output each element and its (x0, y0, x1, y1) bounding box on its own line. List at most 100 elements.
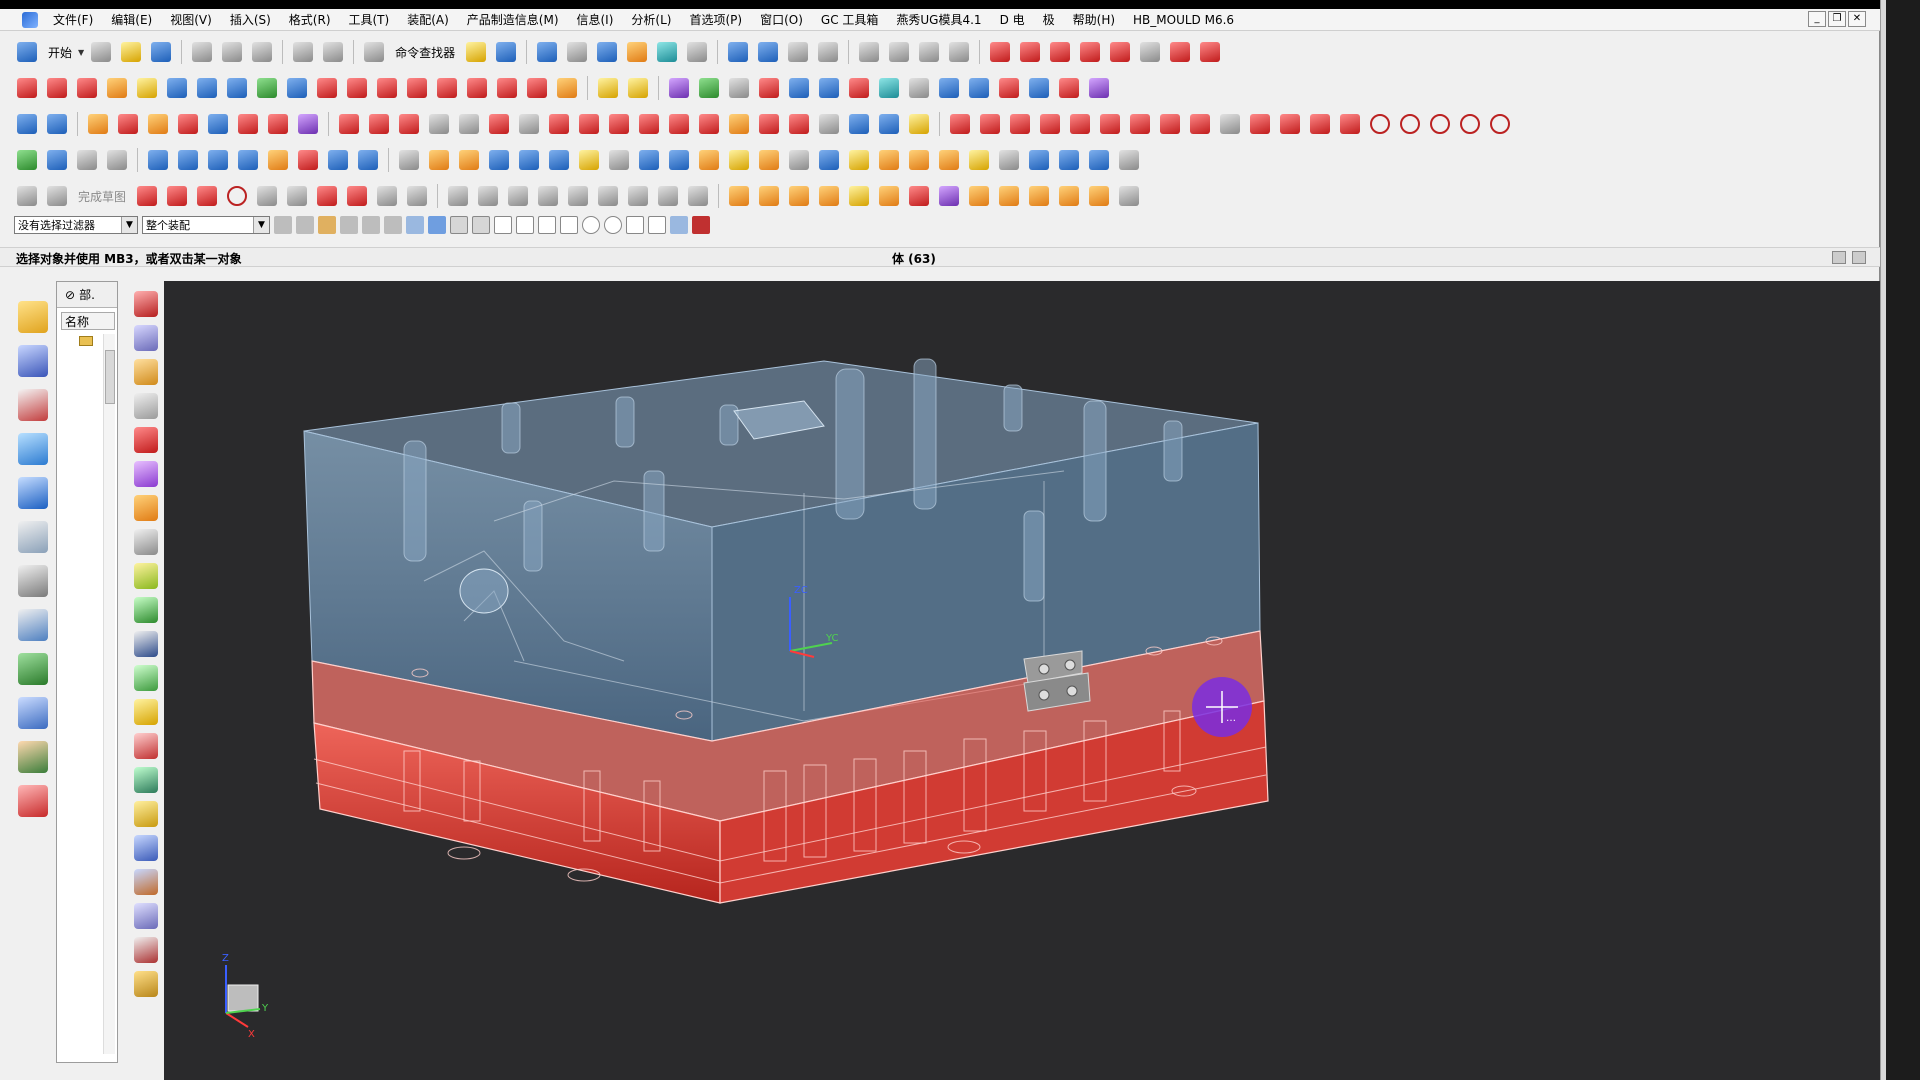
sketch-tool-1[interactable] (14, 111, 40, 137)
material-button[interactable] (624, 39, 650, 65)
surface-tool-13[interactable] (374, 75, 400, 101)
menu-gc-toolkit[interactable]: GC 工具箱 (812, 11, 888, 28)
layer-button[interactable] (785, 39, 811, 65)
mold-tool-v14-icon[interactable] (134, 733, 158, 759)
close-button[interactable]: ✕ (1848, 11, 1866, 27)
constraint-15[interactable] (1367, 111, 1393, 137)
line-button[interactable] (336, 111, 362, 137)
orient-view-button[interactable] (654, 39, 680, 65)
mold-tool-3[interactable] (666, 75, 692, 101)
sk-arc-button[interactable] (194, 183, 220, 209)
surface-tool-2[interactable] (44, 75, 70, 101)
sketch-tool-7[interactable] (205, 111, 231, 137)
mold-view-10[interactable] (996, 183, 1022, 209)
constraint-14[interactable] (1337, 111, 1363, 137)
finish-sketch-label[interactable]: 完成草图 (74, 188, 130, 205)
menu-help[interactable]: 帮助(H) (1064, 11, 1124, 28)
hole-button[interactable] (265, 147, 291, 173)
snap-bounded-icon[interactable] (670, 216, 688, 234)
surface-tool-17[interactable] (494, 75, 520, 101)
mold-view-2[interactable] (756, 183, 782, 209)
cyl-button[interactable] (1056, 147, 1082, 173)
constraint-11[interactable] (1247, 111, 1273, 137)
mold-tool-4[interactable] (696, 75, 722, 101)
menu-file[interactable]: 文件(F) (44, 11, 102, 28)
chamfer-button[interactable] (516, 147, 542, 173)
surface-tool-5[interactable] (134, 75, 160, 101)
mold-view-12[interactable] (1056, 183, 1082, 209)
menu-tools[interactable]: 工具(T) (340, 11, 399, 28)
sew-button[interactable] (906, 147, 932, 173)
selection-scope-dropdown[interactable]: 整个装配 ▼ (142, 216, 270, 234)
web-browser-icon[interactable] (18, 521, 48, 553)
menu-analysis[interactable]: 分析(L) (622, 11, 680, 28)
curve-tool-6[interactable] (1137, 39, 1163, 65)
mold-tool-v20-icon[interactable] (134, 937, 158, 963)
constraint-3[interactable] (1007, 111, 1033, 137)
revolve-button[interactable] (205, 147, 231, 173)
measure-angle-button[interactable] (886, 39, 912, 65)
mold-tool-v16-icon[interactable] (134, 801, 158, 827)
mold-tool-v6-icon[interactable] (134, 461, 158, 487)
feature-tool-3[interactable] (74, 147, 100, 173)
navigator-tab-label[interactable]: 部. (79, 286, 95, 303)
status-expand-icon[interactable] (1852, 251, 1866, 264)
make-corner-button[interactable] (726, 111, 752, 137)
pin-icon[interactable]: ⊘ (65, 288, 75, 302)
mold-view-5[interactable] (846, 183, 872, 209)
subtract-button[interactable] (426, 147, 452, 173)
menu-edit[interactable]: 编辑(E) (102, 11, 161, 28)
mold-view-3[interactable] (786, 183, 812, 209)
cut-button[interactable] (189, 39, 215, 65)
box-button[interactable] (1026, 147, 1052, 173)
reuse-library-icon[interactable] (18, 433, 48, 465)
extract-button[interactable] (876, 147, 902, 173)
curve-tool-4[interactable] (1077, 39, 1103, 65)
sk-fillet-button[interactable] (254, 183, 280, 209)
filter-reset-icon[interactable] (274, 216, 292, 234)
constraint-19[interactable] (1487, 111, 1513, 137)
studio-spline-button[interactable] (486, 111, 512, 137)
constraint-navigator-icon[interactable] (18, 345, 48, 377)
mold-tool-v10-icon[interactable] (134, 597, 158, 623)
sketch-tool-9[interactable] (265, 111, 291, 137)
surface-tool-1[interactable] (14, 75, 40, 101)
constraint-8[interactable] (1157, 111, 1183, 137)
curve-tool-1[interactable] (987, 39, 1013, 65)
unite-button[interactable] (396, 147, 422, 173)
menu-hb-mould[interactable]: HB_MOULD M6.6 (1124, 13, 1243, 27)
surface-tool-4[interactable] (104, 75, 130, 101)
mold-assembly-model[interactable]: ZC YC … Z Y X (164, 281, 1880, 1080)
constraint-13[interactable] (1307, 111, 1333, 137)
mold-tool-17[interactable] (1086, 75, 1112, 101)
pad-button[interactable] (355, 147, 381, 173)
constraint-17[interactable] (1427, 111, 1453, 137)
snap-intersection-icon[interactable] (560, 216, 578, 234)
snap-control-icon[interactable] (494, 216, 512, 234)
redo-button[interactable] (320, 39, 346, 65)
surface-tool-15[interactable] (434, 75, 460, 101)
mold-tool-15[interactable] (1026, 75, 1052, 101)
replace-face-button[interactable] (726, 147, 752, 173)
paste-button[interactable] (249, 39, 275, 65)
select-body-icon[interactable] (406, 216, 424, 234)
sk-line-button[interactable] (164, 183, 190, 209)
sphere-button[interactable] (936, 147, 962, 173)
assembly-navigator-icon[interactable] (18, 301, 48, 333)
navigator-column-header[interactable]: 名称 (61, 312, 115, 330)
constraint-6[interactable] (1097, 111, 1123, 137)
bounding-box-button[interactable] (1116, 147, 1142, 173)
cone-shape-button[interactable] (1086, 147, 1112, 173)
mold-tool-13[interactable] (966, 75, 992, 101)
curve-tool-2[interactable] (1017, 39, 1043, 65)
text-button[interactable] (516, 111, 542, 137)
edit-curve-button[interactable] (846, 111, 872, 137)
navigator-scrollbar[interactable] (103, 334, 115, 1054)
menu-information[interactable]: 信息(I) (568, 11, 623, 28)
mold-tool-14[interactable] (996, 75, 1022, 101)
section-button[interactable] (725, 39, 751, 65)
save-button[interactable] (148, 39, 174, 65)
sk-constraint-button[interactable] (565, 183, 591, 209)
divide-curve-button[interactable] (786, 111, 812, 137)
menu-format[interactable]: 格式(R) (280, 11, 340, 28)
